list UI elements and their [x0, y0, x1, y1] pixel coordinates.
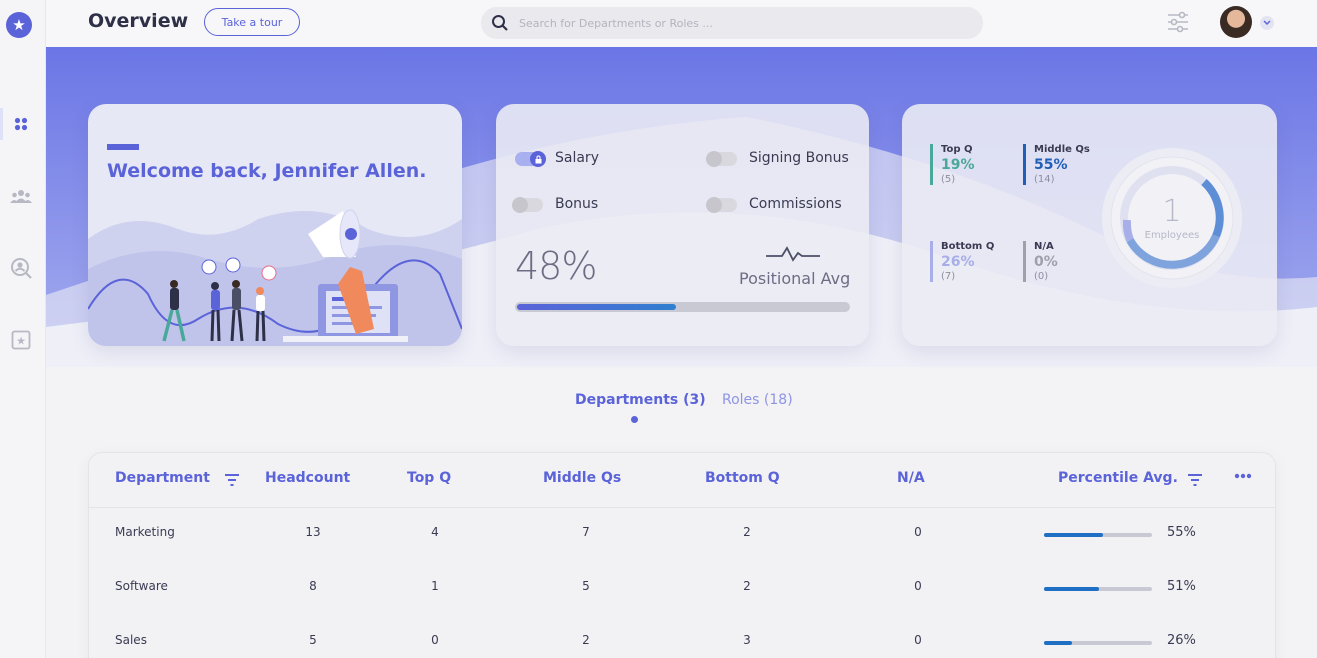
cell-headcount: 5	[309, 633, 317, 647]
na-percent: 0%	[1034, 254, 1058, 270]
positional-avg-label: Positional Avg	[739, 269, 851, 288]
cell-top-q: 0	[431, 633, 439, 647]
header-headcount[interactable]: Headcount	[265, 470, 350, 486]
cell-bottom-q: 2	[743, 579, 751, 593]
cell-na: 0	[914, 633, 922, 647]
table-row[interactable]: Marketing 13 4 7 2 0 55%	[89, 507, 1275, 561]
cell-percentile-avg: 55%	[1167, 525, 1196, 540]
employees-count: 1	[1162, 194, 1182, 229]
na-label: N/A	[1034, 241, 1054, 252]
na-stat: N/A 0% (0)	[1023, 241, 1058, 282]
star-box-icon[interactable]: ★	[9, 328, 33, 352]
cell-percentile-avg: 26%	[1167, 633, 1196, 648]
active-tab-indicator	[631, 416, 638, 423]
welcome-card: Welcome back, Jennifer Allen.	[88, 104, 462, 346]
table-row[interactable]: Sales 5 0 2 3 0 26%	[89, 615, 1275, 658]
bonus-label: Bonus	[555, 196, 599, 212]
top-q-label: Top Q	[941, 144, 973, 155]
cell-percentile-avg: 51%	[1167, 579, 1196, 594]
cell-headcount: 13	[305, 525, 321, 539]
page-title: Overview	[88, 10, 189, 32]
bottom-q-percent: 26%	[941, 254, 975, 270]
search-person-icon[interactable]	[9, 256, 33, 280]
salary-label: Salary	[555, 150, 599, 166]
welcome-message: Welcome back, Jennifer Allen.	[107, 160, 427, 182]
bottom-q-count: (7)	[941, 271, 956, 282]
lock-icon	[530, 151, 546, 167]
bottom-q-label: Bottom Q	[941, 241, 995, 252]
percentile-bar	[1044, 587, 1152, 591]
header-middle-qs[interactable]: Middle Qs	[543, 470, 621, 486]
team-icon[interactable]	[9, 184, 33, 208]
percentile-bar-fill	[1044, 533, 1104, 537]
cell-middle-qs: 2	[582, 633, 590, 647]
top-q-percent: 19%	[941, 157, 975, 173]
employees-label: Employees	[1144, 230, 1200, 241]
percentile-bar-fill	[1044, 641, 1073, 645]
header-percentile-avg[interactable]: Percentile Avg.	[1058, 470, 1178, 486]
cell-na: 0	[914, 525, 922, 539]
percentile-bar	[1044, 533, 1152, 537]
filter-lines-icon[interactable]	[1187, 473, 1203, 487]
top-q-count: (5)	[941, 174, 956, 185]
bottom-q-stat: Bottom Q 26% (7)	[930, 241, 994, 282]
cell-department: Software	[115, 579, 168, 593]
na-count: (0)	[1034, 271, 1049, 282]
svg-text:★: ★	[16, 335, 26, 348]
logo-star-icon[interactable]: ★	[6, 12, 32, 38]
tab-departments[interactable]: Departments (3)	[575, 392, 706, 408]
nav-active-indicator	[0, 108, 3, 140]
search-bar	[481, 7, 983, 39]
cell-bottom-q: 3	[743, 633, 751, 647]
header-department[interactable]: Department	[115, 470, 210, 486]
signing-bonus-label: Signing Bonus	[749, 150, 849, 166]
header-bottom-q[interactable]: Bottom Q	[705, 470, 780, 486]
cell-middle-qs: 5	[582, 579, 590, 593]
bonus-toggle[interactable]	[512, 197, 543, 213]
salary-toggle[interactable]	[515, 151, 546, 167]
user-avatar[interactable]	[1220, 6, 1252, 38]
sidebar: ★ ★	[0, 0, 46, 658]
pulse-icon	[766, 246, 820, 262]
more-options-icon[interactable]	[1234, 473, 1252, 479]
cell-department: Marketing	[115, 525, 175, 539]
accent-dash	[107, 144, 139, 150]
cell-department: Sales	[115, 633, 147, 647]
middle-qs-percent: 55%	[1034, 157, 1068, 173]
search-input[interactable]	[519, 7, 969, 39]
departments-table: Department Headcount Top Q Middle Qs Bot…	[88, 452, 1276, 658]
cell-bottom-q: 2	[743, 525, 751, 539]
compensation-card: Salary Signing Bonus Bonus Commissions 4…	[496, 104, 869, 346]
filter-lines-icon[interactable]	[224, 473, 240, 487]
header-top-q[interactable]: Top Q	[407, 470, 451, 486]
middle-qs-count: (14)	[1034, 174, 1055, 185]
dashboard-icon[interactable]	[9, 112, 33, 136]
cell-middle-qs: 7	[582, 525, 590, 539]
search-icon	[492, 15, 508, 31]
commissions-toggle[interactable]	[706, 197, 737, 213]
cell-top-q: 1	[431, 579, 439, 593]
cell-na: 0	[914, 579, 922, 593]
percentile-bar-fill	[1044, 587, 1100, 591]
cell-headcount: 8	[309, 579, 317, 593]
positional-progress-fill	[517, 304, 676, 310]
top-header: Overview Take a tour	[46, 0, 1317, 47]
positional-progress-bar	[515, 302, 850, 312]
positional-percent: 48%	[515, 244, 597, 288]
tab-roles[interactable]: Roles (18)	[722, 392, 793, 408]
quartile-stats-card: Top Q 19% (5) Middle Qs 55% (14) Bottom …	[902, 104, 1277, 346]
team-megaphone-illustration	[88, 209, 462, 346]
signing-bonus-toggle[interactable]	[706, 151, 737, 167]
middle-qs-label: Middle Qs	[1034, 144, 1090, 155]
cell-top-q: 4	[431, 525, 439, 539]
chevron-down-icon[interactable]	[1260, 16, 1274, 30]
take-tour-button[interactable]: Take a tour	[204, 8, 300, 36]
commissions-label: Commissions	[749, 196, 842, 212]
header-na[interactable]: N/A	[897, 470, 925, 486]
table-row[interactable]: Software 8 1 5 2 0 51%	[89, 561, 1275, 615]
top-q-stat: Top Q 19% (5)	[930, 144, 975, 185]
middle-qs-stat: Middle Qs 55% (14)	[1023, 144, 1090, 185]
percentile-bar	[1044, 641, 1152, 645]
settings-sliders-icon[interactable]	[1167, 11, 1189, 33]
